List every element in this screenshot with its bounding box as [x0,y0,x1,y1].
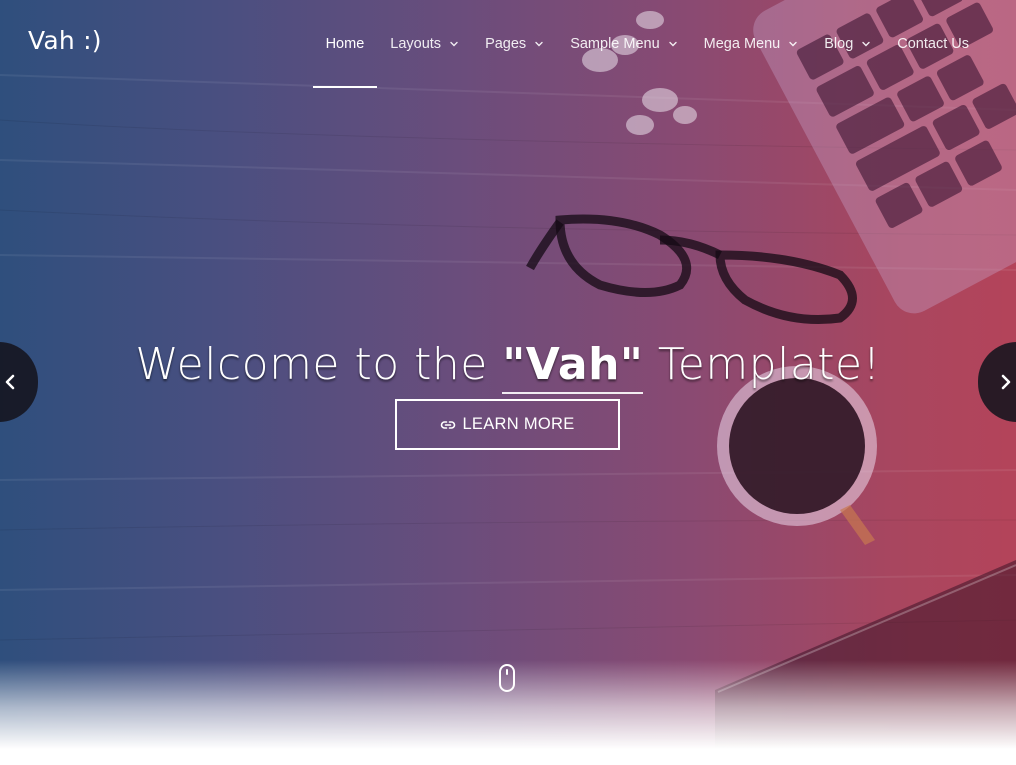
nav-item-blog[interactable]: Blog [811,0,884,88]
hero-slider: Vah :) Home Layouts Pages Sample Menu Mega M… [0,0,1016,765]
chevron-down-icon [535,41,543,47]
nav-item-pages[interactable]: Pages [472,0,557,88]
chevron-down-icon [450,41,458,47]
nav-item-mega-menu[interactable]: Mega Menu [691,0,812,88]
site-logo[interactable]: Vah :) [28,26,102,55]
chevron-down-icon [789,41,797,47]
nav-item-sample-menu[interactable]: Sample Menu [557,0,690,88]
chevron-right-icon [1001,374,1011,390]
headline-prefix: Welcome to the [135,339,503,391]
link-icon [441,420,456,429]
chevron-down-icon [862,41,870,47]
nav-item-home[interactable]: Home [312,0,378,88]
nav-item-label: Home [325,36,365,52]
learn-more-label: LEARN MORE [462,415,575,433]
nav-item-label: Layouts [390,36,442,52]
chevron-left-icon [5,374,15,390]
nav-item-label: Blog [824,36,854,52]
nav-item-label: Contact Us [897,36,969,52]
hero-headline: Welcome to the "Vah" Template! [0,339,1016,395]
top-navbar: Vah :) Home Layouts Pages Sample Menu Mega M… [0,0,1016,88]
main-nav: Home Layouts Pages Sample Menu Mega Menu Blog… [312,0,982,88]
chevron-down-icon [668,41,677,47]
nav-item-label: Sample Menu [570,36,660,52]
nav-item-layouts[interactable]: Layouts [377,0,472,88]
headline-highlight: "Vah" [502,339,644,395]
nav-item-label: Pages [485,36,527,52]
nav-item-label: Mega Menu [703,36,781,52]
headline-suffix: Template! [643,339,881,391]
mouse-scroll-icon[interactable] [499,664,515,692]
learn-more-button[interactable]: LEARN MORE [395,399,620,450]
nav-item-contact-us[interactable]: Contact Us [884,0,982,88]
